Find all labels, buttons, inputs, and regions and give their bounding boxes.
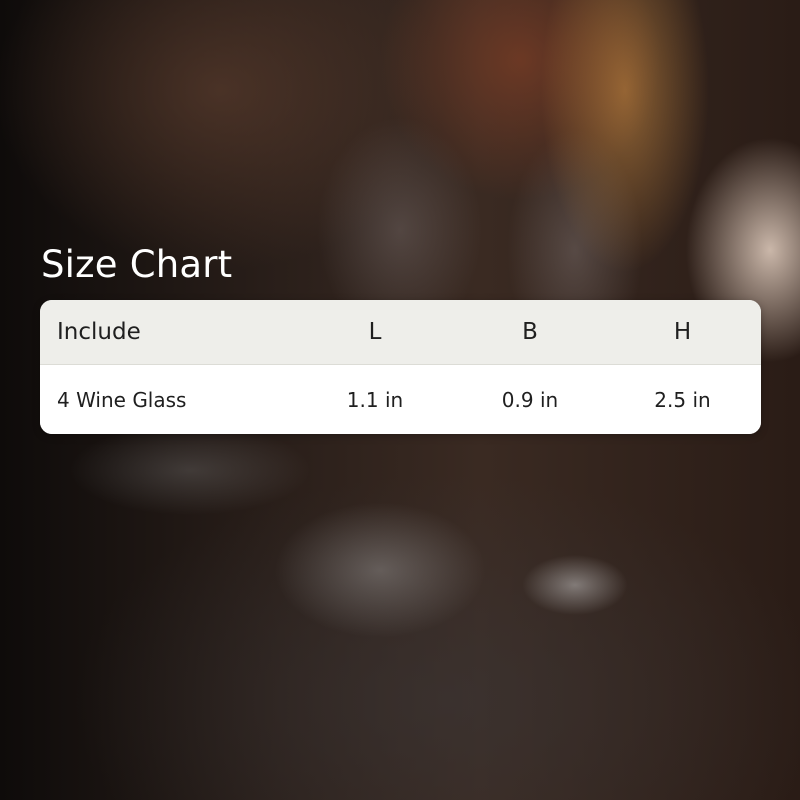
cell-height: 2.5 in [654,387,711,412]
header-height: H [673,319,692,345]
header-length: L [368,319,382,345]
table-row: 4 Wine Glass 1.1 in 0.9 in 2.5 in [40,365,761,434]
header-include: Include [57,319,141,345]
cell-include: 4 Wine Glass [57,387,187,412]
cell-breadth: 0.9 in [501,387,559,412]
page-title: Size Chart [41,243,233,286]
table-header-row: Include L B H [40,300,761,365]
header-breadth: B [522,319,538,345]
cell-length: 1.1 in [346,387,404,412]
size-chart-table: Include L B H 4 Wine Glass 1.1 in 0.9 in… [40,300,761,434]
